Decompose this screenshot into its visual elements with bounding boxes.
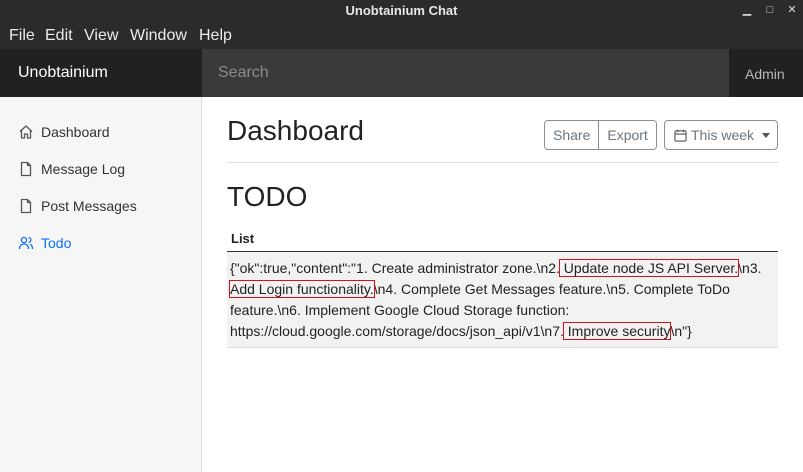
close-icon[interactable]: ✕ <box>786 4 798 16</box>
sidebar-item-label: Todo <box>41 235 72 251</box>
menu-help[interactable]: Help <box>199 27 232 45</box>
minimize-icon[interactable]: ▁ <box>741 4 753 16</box>
chevron-down-icon <box>762 132 771 138</box>
header-divider <box>227 162 778 163</box>
toolbar-button-group: Share Export <box>544 120 657 150</box>
date-range-label: This week <box>691 127 755 143</box>
sidebar: Dashboard Message Log Post Messages Todo <box>0 97 202 472</box>
window-title: Unobtainium Chat <box>345 3 458 18</box>
highlighted-segment: Improve security <box>562 322 672 340</box>
file-icon <box>20 161 32 177</box>
menu-bar: File Edit View Window Help <box>0 22 803 49</box>
brand-logo-text[interactable]: Unobtainium <box>18 64 108 82</box>
menu-file[interactable]: File <box>9 27 35 45</box>
main-content: Dashboard Share Export This week TODO Li… <box>202 97 803 472</box>
menu-edit[interactable]: Edit <box>45 27 73 45</box>
export-button[interactable]: Export <box>598 121 656 149</box>
highlighted-segment: Add Login functionality. <box>229 280 375 298</box>
sidebar-item-label: Dashboard <box>41 124 110 140</box>
calendar-icon <box>674 129 687 142</box>
share-button[interactable]: Share <box>545 121 599 149</box>
window-title-bar: Unobtainium Chat ▁ □ ✕ <box>0 0 803 22</box>
file-icon <box>20 198 32 214</box>
todo-table: List {"ok":true,"content":"1. Create adm… <box>227 227 778 348</box>
section-title: TODO <box>227 181 308 212</box>
home-icon <box>19 125 33 139</box>
sidebar-item-label: Post Messages <box>41 198 137 214</box>
content-segment: {"ok":true,"content":"1. Create administ… <box>230 260 560 276</box>
date-range-dropdown[interactable]: This week <box>664 120 778 150</box>
highlighted-segment: Update node JS API Server. <box>558 259 740 277</box>
users-icon <box>18 236 34 250</box>
menu-window[interactable]: Window <box>130 27 187 45</box>
sidebar-item-todo[interactable]: Todo <box>18 232 71 254</box>
search-input[interactable] <box>202 49 729 97</box>
table-column-header: List <box>227 227 778 252</box>
menu-view[interactable]: View <box>84 27 118 45</box>
table-cell: {"ok":true,"content":"1. Create administ… <box>227 252 778 348</box>
sidebar-item-dashboard[interactable]: Dashboard <box>18 121 110 143</box>
content-segment: \n"} <box>670 323 692 339</box>
content-segment: \n3. <box>738 260 762 276</box>
maximize-icon[interactable]: □ <box>764 4 776 16</box>
admin-link[interactable]: Admin <box>745 66 785 82</box>
sidebar-item-message-log[interactable]: Message Log <box>18 158 125 180</box>
page-title: Dashboard <box>227 115 364 146</box>
sidebar-item-post-messages[interactable]: Post Messages <box>18 195 137 217</box>
sidebar-item-label: Message Log <box>41 161 126 177</box>
top-navbar: Unobtainium Admin <box>0 49 803 97</box>
